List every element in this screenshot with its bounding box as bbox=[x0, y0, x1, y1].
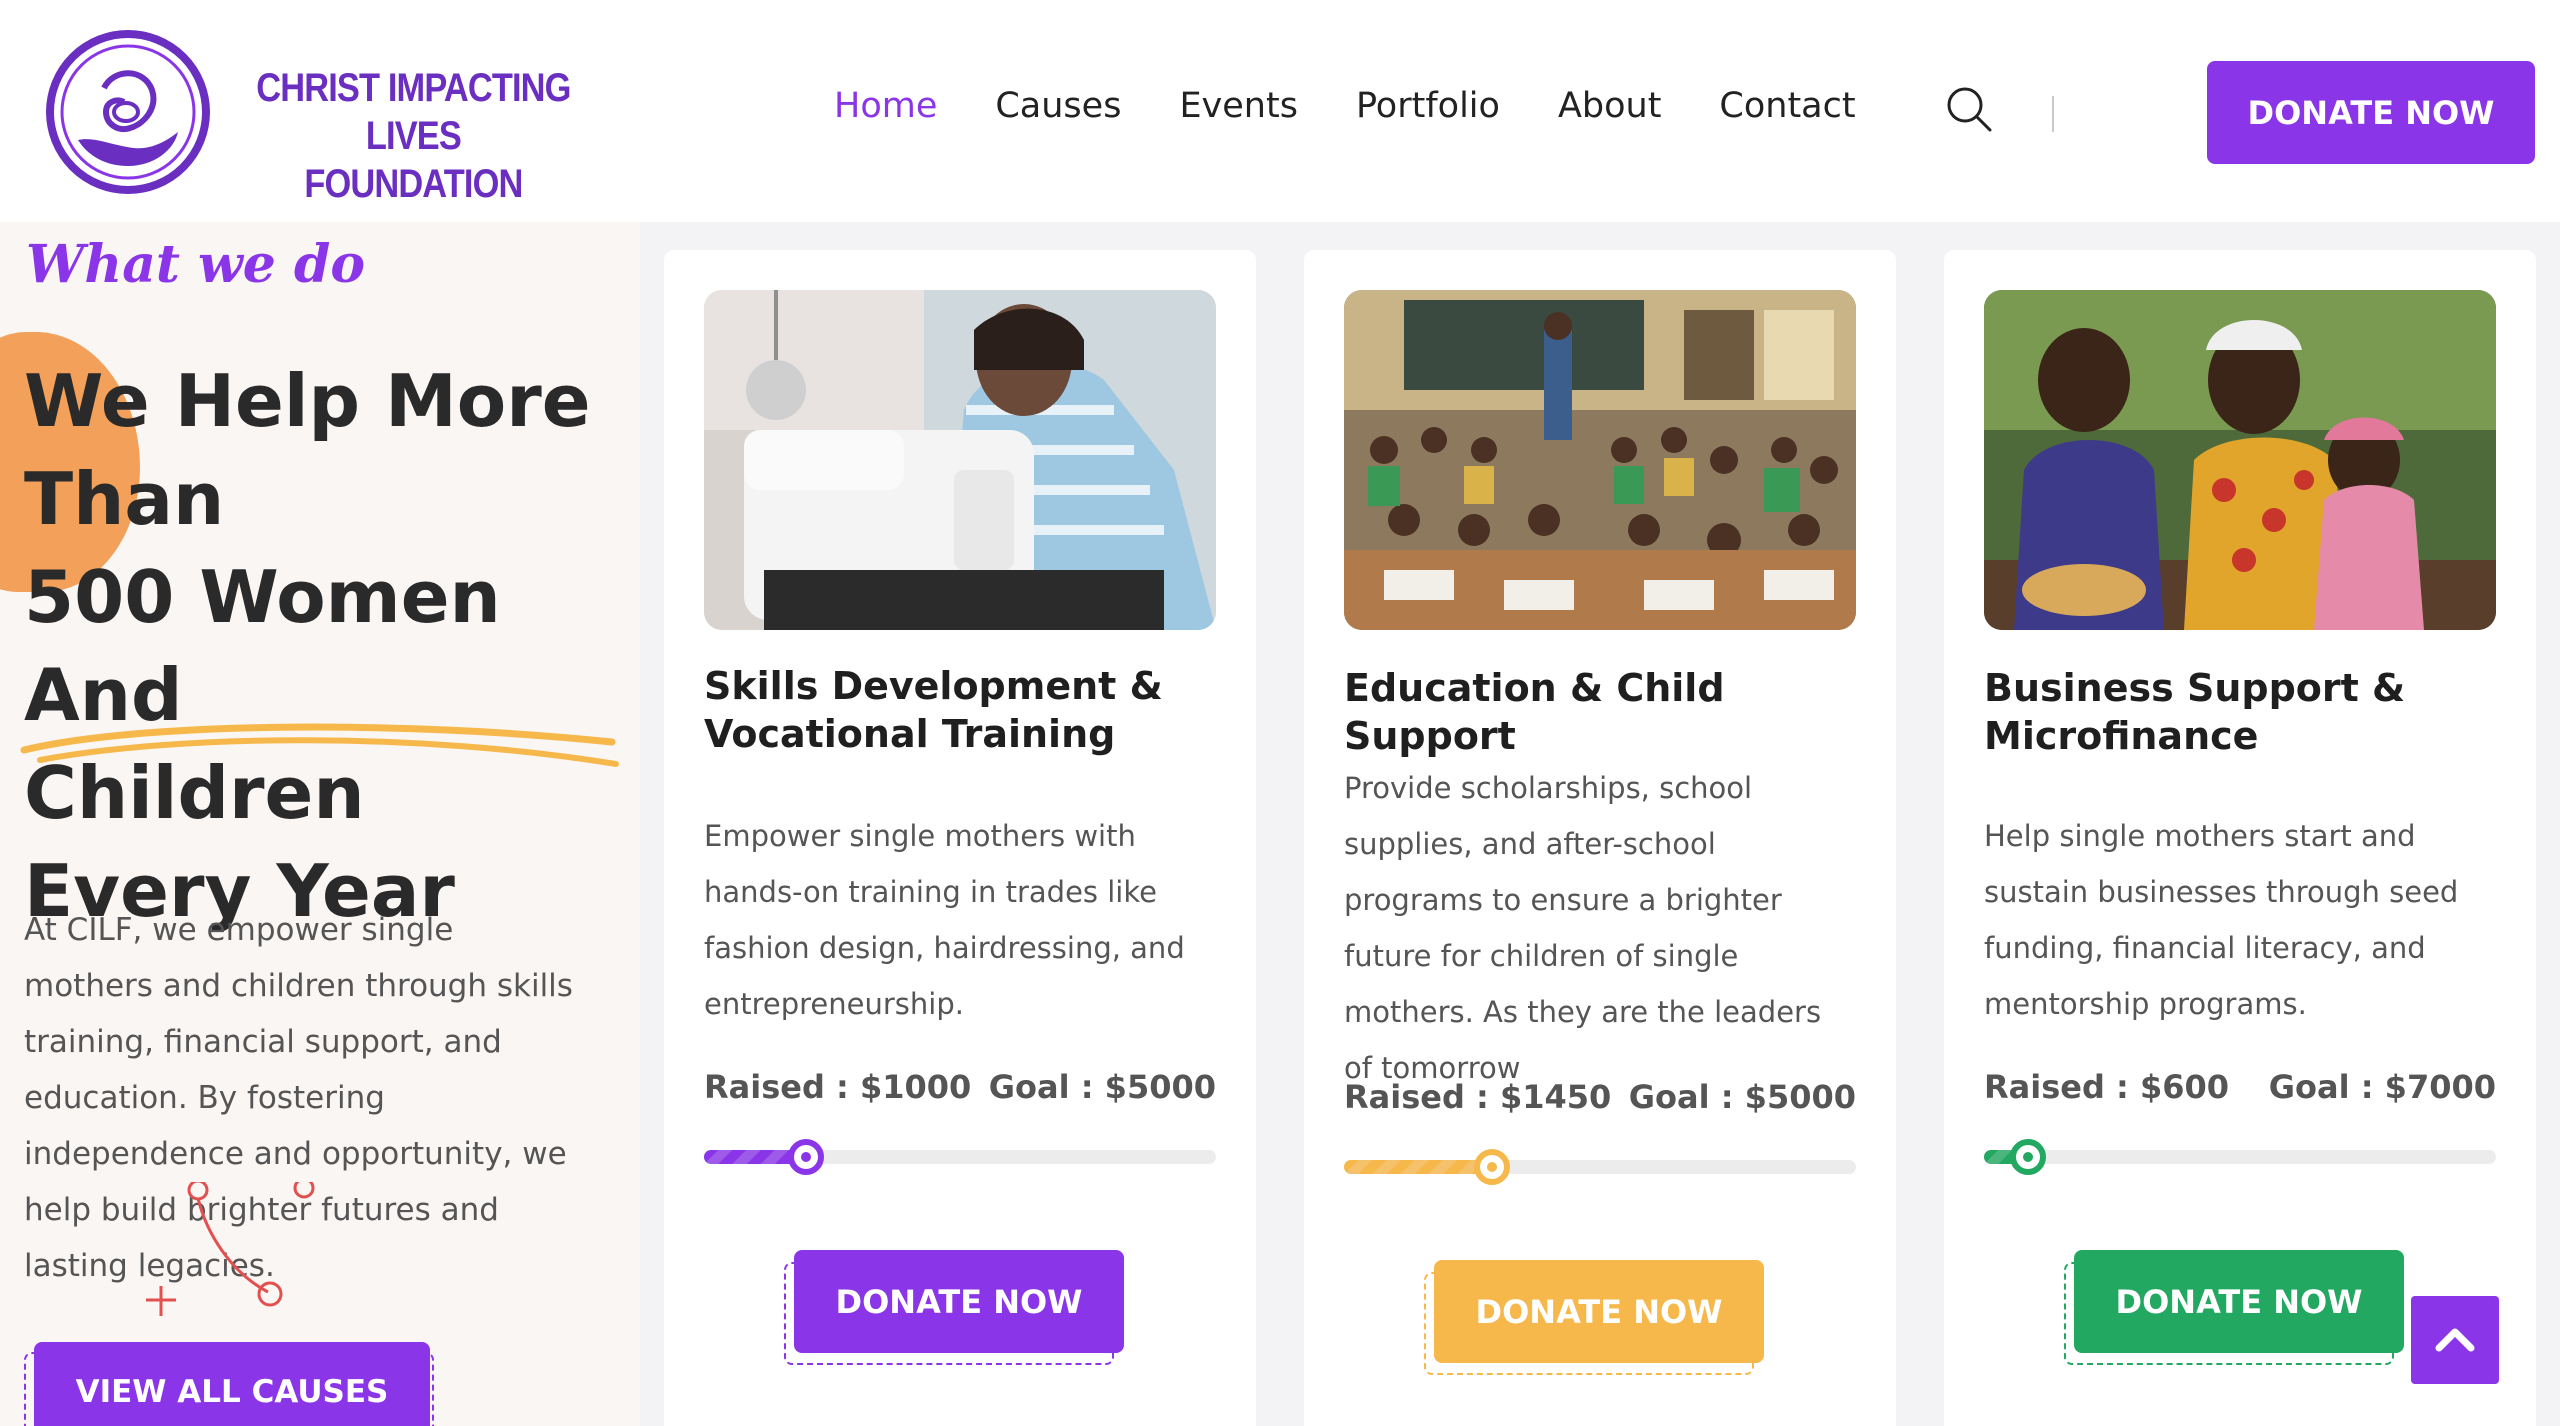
section-headline: We Help More Than 500 Women And Children… bbox=[24, 352, 640, 940]
cause-progress-knob bbox=[788, 1139, 824, 1175]
cause-description: Provide scholarships, school supplies, a… bbox=[1344, 771, 1822, 1085]
cause-donate-button[interactable]: DONATE NOW bbox=[2074, 1250, 2404, 1353]
cause-donate-button[interactable]: DONATE NOW bbox=[794, 1250, 1124, 1353]
nav-causes[interactable]: Causes bbox=[995, 86, 1121, 126]
header-divider bbox=[2052, 96, 2054, 132]
chevron-up-icon bbox=[2435, 1328, 2475, 1352]
nav-events[interactable]: Events bbox=[1179, 86, 1298, 126]
decorative-line-icon bbox=[146, 1182, 315, 1316]
back-to-top-button[interactable] bbox=[2411, 1296, 2499, 1384]
cause-title[interactable]: Business Support & Microfinance bbox=[1984, 664, 2504, 760]
headline-line: We Help More bbox=[24, 359, 591, 443]
cause-card: Skills Development & Vocational Training… bbox=[664, 250, 1256, 1426]
cause-raised: Raised : $600 bbox=[1984, 1068, 2229, 1106]
cause-progress-bar bbox=[1344, 1149, 1856, 1185]
cause-description: Help single mothers start and sustain bu… bbox=[1984, 819, 2459, 1021]
foundation-logo-icon[interactable] bbox=[44, 28, 212, 196]
nav-home[interactable]: Home bbox=[834, 86, 937, 126]
view-all-causes-button[interactable]: VIEW ALL CAUSES bbox=[34, 1342, 430, 1426]
cause-goal: Goal : $5000 bbox=[988, 1068, 1216, 1106]
cause-raised: Raised : $1450 bbox=[1344, 1078, 1612, 1116]
cause-goal: Goal : $5000 bbox=[1628, 1078, 1856, 1116]
brand-name-line1: CHRIST IMPACTING LIVES bbox=[256, 66, 571, 158]
brand-name-line2: FOUNDATION bbox=[304, 162, 523, 206]
cause-progress-knob bbox=[1474, 1149, 1510, 1185]
women-with-baby-image[interactable] bbox=[1984, 290, 2496, 630]
cause-description: Empower single mothers with hands-on tra… bbox=[704, 819, 1185, 1021]
cause-progress-bar bbox=[704, 1139, 1216, 1175]
what-we-do-section: What we do We Help More Than 500 Women A… bbox=[0, 222, 640, 1426]
brand-name[interactable]: CHRIST IMPACTING LIVES FOUNDATION bbox=[250, 64, 577, 208]
cause-progress-bar bbox=[1984, 1139, 2496, 1175]
headline-underline-decoration bbox=[20, 723, 619, 767]
cause-card: Business Support & Microfinance Help sin… bbox=[1944, 250, 2536, 1426]
site-header: CHRIST IMPACTING LIVES FOUNDATION Home C… bbox=[0, 0, 2560, 222]
classroom-children-image[interactable] bbox=[1344, 290, 1856, 630]
woman-sewing-machine-image[interactable] bbox=[704, 290, 1216, 630]
cause-card: Education & Child Support Provide schola… bbox=[1304, 250, 1896, 1426]
headline-line: Than bbox=[24, 457, 225, 541]
search-icon[interactable] bbox=[1944, 84, 1994, 134]
nav-portfolio[interactable]: Portfolio bbox=[1356, 86, 1500, 126]
cause-title[interactable]: Education & Child Support bbox=[1344, 664, 1864, 760]
cause-title[interactable]: Skills Development & Vocational Training bbox=[704, 662, 1224, 758]
main-nav: Home Causes Events Portfolio About Conta… bbox=[834, 86, 1856, 126]
nav-contact[interactable]: Contact bbox=[1719, 86, 1855, 126]
cause-goal: Goal : $7000 bbox=[2268, 1068, 2496, 1106]
header-donate-button[interactable]: DONATE NOW bbox=[2207, 61, 2535, 164]
cause-donate-button[interactable]: DONATE NOW bbox=[1434, 1260, 1764, 1363]
section-tagline: What we do bbox=[26, 234, 366, 295]
cause-progress-knob bbox=[2010, 1139, 2046, 1175]
cause-raised: Raised : $1000 bbox=[704, 1068, 972, 1106]
cause-progress-fill bbox=[1344, 1160, 1492, 1174]
nav-about[interactable]: About bbox=[1558, 86, 1661, 126]
